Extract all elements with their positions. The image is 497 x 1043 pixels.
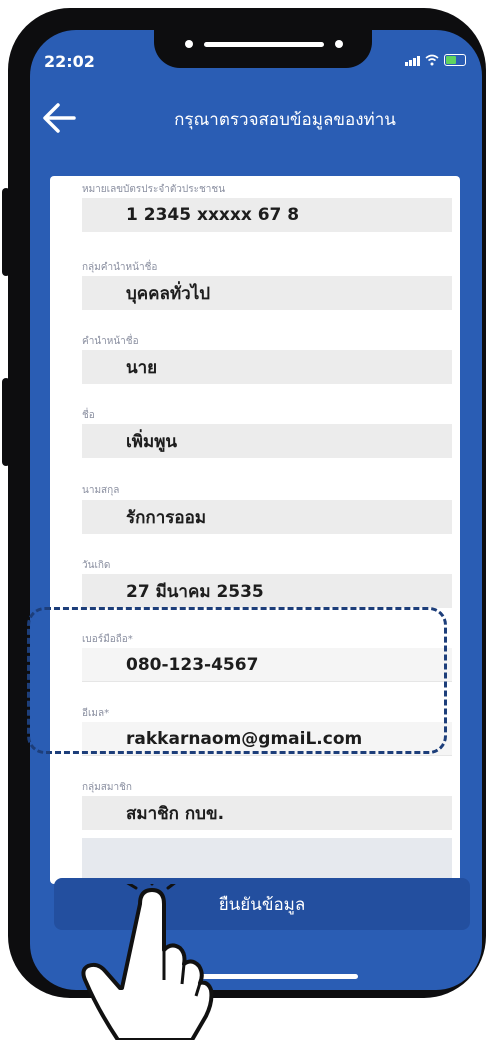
last-name-label: นามสกุล — [82, 485, 120, 496]
page-title: กรุณาตรวจสอบข้อมูลของท่าน — [174, 110, 396, 130]
birth-date-field: 27 มีนาคม 2535 — [82, 574, 452, 608]
arrow-left-icon — [43, 103, 76, 133]
volume-down-button — [2, 378, 10, 466]
camera-dot — [185, 40, 193, 48]
info-card: หมายเลขบัตรประจำตัวประชาชน 1 2345 xxxxx … — [50, 176, 460, 884]
sensor-dot — [335, 40, 343, 48]
status-icons — [405, 54, 466, 66]
app-header: กรุณาตรวจสอบข้อมูลของท่าน — [30, 94, 482, 154]
signal-icon — [405, 56, 420, 66]
member-group-label: กลุ่มสมาชิก — [82, 782, 132, 793]
name-title-field: นาย — [82, 350, 452, 384]
title-group-field: บุคคลทั่วไป — [82, 276, 452, 310]
citizen-id-label: หมายเลขบัตรประจำตัวประชาชน — [82, 184, 226, 195]
name-title-label: คำนำหน้าชื่อ — [82, 336, 139, 347]
volume-up-button — [2, 188, 10, 276]
back-button[interactable] — [38, 96, 82, 140]
title-group-label: กลุ่มคำนำหน้าชื่อ — [82, 262, 158, 273]
phone-notch — [154, 30, 372, 68]
speaker-bar — [204, 42, 324, 47]
email-label: อีเมล* — [82, 708, 110, 719]
pointing-hand-icon — [81, 884, 214, 1040]
first-name-field: เพิ่มพูน — [82, 424, 452, 458]
mobile-field[interactable]: 080-123-4567 — [82, 648, 452, 682]
member-group-field: สมาชิก กบข. — [82, 796, 452, 830]
battery-icon — [444, 54, 466, 66]
birth-date-label: วันเกิด — [82, 560, 111, 571]
last-name-field: รักการออม — [82, 500, 452, 534]
wifi-icon — [425, 54, 439, 66]
phone-frame: 22:02 กรุณาตรวจสอบข้อมูลของท่าน หมายเลขบ… — [2, 8, 486, 998]
email-field[interactable]: rakkarnaom@gmaiL.com — [82, 722, 452, 756]
citizen-id-field: 1 2345 xxxxx 67 8 — [82, 198, 452, 232]
app-screen: 22:02 กรุณาตรวจสอบข้อมูลของท่าน หมายเลขบ… — [30, 30, 482, 990]
mobile-label: เบอร์มือถือ* — [82, 634, 133, 645]
status-time: 22:02 — [44, 52, 95, 71]
first-name-label: ชื่อ — [82, 410, 95, 421]
